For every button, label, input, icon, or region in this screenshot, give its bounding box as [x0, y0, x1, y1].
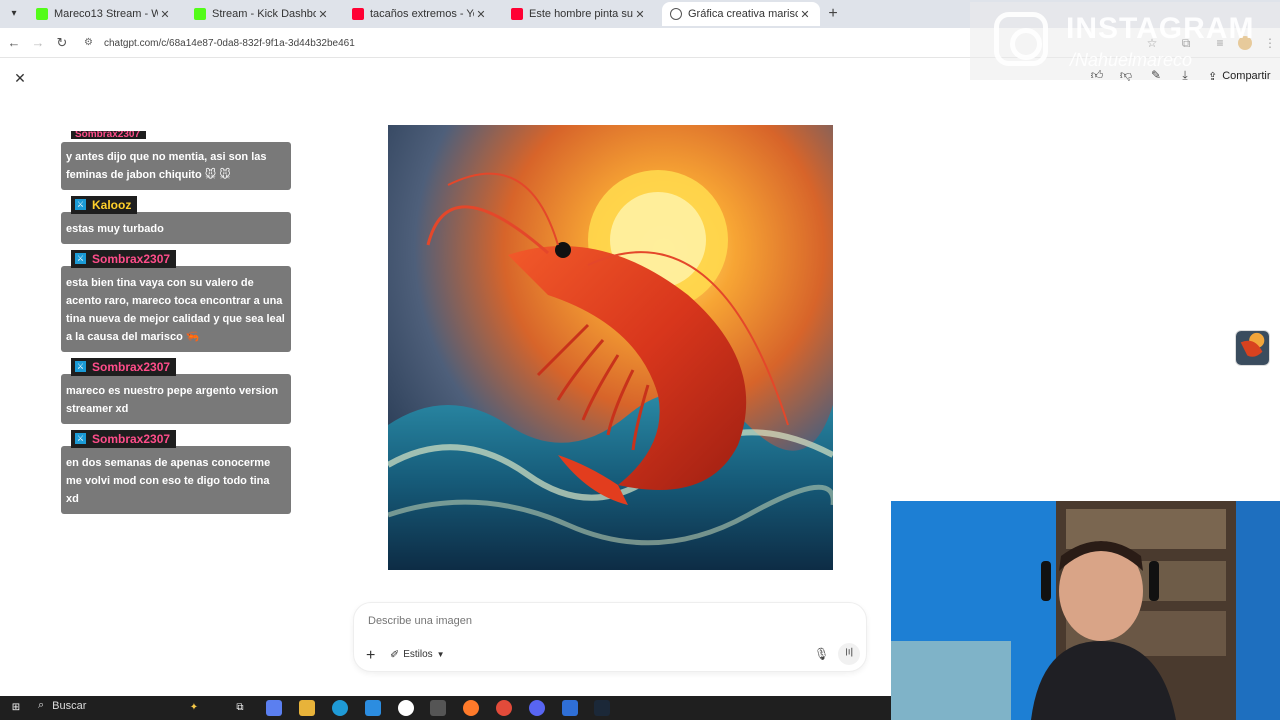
webcam-feed: [891, 501, 1280, 720]
chat-message: Sombrax2307 y antes dijo que no mentia, …: [61, 124, 291, 190]
styles-dropdown[interactable]: ✐ Estilos ▼: [390, 648, 445, 661]
image-thumbnail[interactable]: [1235, 330, 1270, 366]
file-explorer-icon[interactable]: [299, 700, 315, 716]
palette-icon: ✐: [390, 649, 400, 661]
chat-text: esta bien tina vaya con su valero de ace…: [61, 266, 291, 352]
kick-icon: [36, 8, 48, 20]
chat-text: mareco es nuestro pepe argento version s…: [61, 374, 291, 424]
chat-text: estas muy turbado: [61, 212, 291, 244]
tab-title: Mareco13 Stream - Watch Live: [54, 8, 158, 20]
kick-icon: [194, 8, 206, 20]
copilot-icon[interactable]: [266, 700, 282, 716]
close-tab-icon[interactable]: ✕: [798, 8, 812, 21]
task-view-icon[interactable]: ⧉: [232, 700, 248, 716]
prompt-input[interactable]: [368, 615, 788, 627]
close-tab-icon[interactable]: ✕: [316, 8, 330, 21]
youtube-icon: [511, 8, 523, 20]
instagram-icon: [994, 12, 1048, 66]
close-tab-icon[interactable]: ✕: [474, 8, 488, 21]
tab-title: Gráfica creativa marisco: [688, 8, 798, 20]
taskbar: ⊞ ⌕ Buscar ✦ ⧉: [0, 696, 891, 720]
tab-title: Stream - Kick Dashboard: [212, 8, 316, 20]
chat-message: ⚔ Sombrax2307 mareco es nuestro pepe arg…: [61, 356, 291, 424]
chat-username: Sombrax2307: [92, 431, 171, 446]
back-icon[interactable]: ←: [6, 35, 22, 51]
edge-icon[interactable]: [332, 700, 348, 716]
moderator-badge-icon: ⚔: [75, 433, 86, 444]
tab-kick-dashboard[interactable]: Stream - Kick Dashboard ✕: [186, 2, 338, 26]
chat-username-tag: ⚔ Sombrax2307: [71, 357, 177, 376]
thumbs-down-icon[interactable]: 👎︎: [1117, 68, 1135, 84]
microphone-icon[interactable]: 🎙︎: [814, 647, 829, 661]
app-icon[interactable]: [562, 700, 578, 716]
edit-image-icon[interactable]: ✎: [1147, 68, 1165, 84]
site-info-icon[interactable]: ⚙: [84, 37, 96, 49]
tab-title: tacaños extremos - YouTube: [370, 8, 474, 20]
url-text: chatgpt.com/c/68a14e87-0da8-832f-9f1a-3d…: [104, 37, 355, 49]
close-tab-icon[interactable]: ✕: [633, 8, 647, 21]
copilot-sparkle-icon[interactable]: ✦: [186, 700, 202, 716]
chat-message: ⚔ Kalooz estas muy turbado: [61, 194, 291, 244]
chat-message: ⚔ Sombrax2307 esta bien tina vaya con su…: [61, 248, 291, 352]
youtube-icon: [352, 8, 364, 20]
watermark-title: INSTAGRAM: [1066, 12, 1255, 45]
chat-username: Sombrax2307: [75, 130, 141, 139]
chat-username-tag: Sombrax2307: [71, 130, 147, 139]
chat-username: Sombrax2307: [92, 251, 171, 266]
tab-youtube-2[interactable]: Este hombre pinta sus zapatos ✕: [503, 2, 655, 26]
tab-kick-stream[interactable]: Mareco13 Stream - Watch Live ✕: [28, 2, 180, 26]
moderator-badge-icon: ⚔: [75, 361, 86, 372]
moderator-badge-icon: ⚔: [75, 253, 86, 264]
chevron-down-icon: ▼: [436, 650, 445, 659]
firefox-icon[interactable]: [463, 700, 479, 716]
share-icon: ⇪: [1208, 70, 1218, 83]
taskbar-search[interactable]: ⌕ Buscar: [38, 699, 86, 712]
reload-icon[interactable]: ↻: [54, 35, 70, 51]
voice-mode-icon[interactable]: 〣: [838, 643, 860, 665]
tab-title: Este hombre pinta sus zapatos: [529, 8, 633, 20]
search-icon: ⌕: [38, 699, 45, 711]
moderator-badge-icon: ⚔: [75, 199, 86, 210]
chat-text: y antes dijo que no mentia, asi son las …: [61, 142, 291, 190]
chat-username-tag: ⚔ Kalooz: [71, 195, 138, 214]
search-label: Buscar: [52, 699, 87, 712]
forward-icon[interactable]: →: [30, 35, 46, 51]
chat-username-tag: ⚔ Sombrax2307: [71, 429, 177, 448]
obs-icon[interactable]: [398, 700, 414, 716]
thumbs-up-icon[interactable]: 👍︎: [1088, 68, 1106, 84]
app-icon[interactable]: [430, 700, 446, 716]
chat-username-tag: ⚔ Sombrax2307: [71, 249, 177, 268]
url-field[interactable]: ⚙ chatgpt.com/c/68a14e87-0da8-832f-9f1a-…: [84, 32, 864, 54]
share-button[interactable]: ⇪ Compartir: [1208, 66, 1271, 86]
close-tab-icon[interactable]: ✕: [158, 8, 172, 21]
discord-icon[interactable]: [529, 700, 545, 716]
windows-start-icon[interactable]: ⊞: [8, 700, 24, 716]
share-label: Compartir: [1222, 70, 1271, 82]
chat-username: Kalooz: [92, 197, 132, 212]
styles-label: Estilos: [403, 649, 433, 660]
generated-shrimp-image[interactable]: [388, 125, 833, 570]
download-icon[interactable]: ⤓: [1176, 68, 1194, 84]
chat-text: en dos semanas de apenas conocerme me vo…: [61, 446, 291, 514]
add-attachment-icon[interactable]: +: [366, 647, 375, 665]
tab-search-chevron-icon[interactable]: ▾: [6, 6, 22, 22]
close-viewer-button[interactable]: ✕: [11, 69, 29, 87]
chatgpt-icon: [670, 8, 682, 20]
prompt-box: + ✐ Estilos ▼ 🎙︎ 〣: [353, 602, 867, 672]
steam-icon[interactable]: [594, 700, 610, 716]
new-tab-button[interactable]: +: [824, 5, 842, 23]
store-icon[interactable]: [365, 700, 381, 716]
stream-chat-overlay: Sombrax2307 y antes dijo que no mentia, …: [61, 130, 291, 518]
tab-youtube-1[interactable]: tacaños extremos - YouTube ✕: [344, 2, 496, 26]
chat-username: Sombrax2307: [92, 359, 171, 374]
chrome-icon[interactable]: [496, 700, 512, 716]
chat-message: ⚔ Sombrax2307 en dos semanas de apenas c…: [61, 428, 291, 514]
tab-chatgpt[interactable]: Gráfica creativa marisco ✕: [662, 2, 820, 26]
screen: ▾ Mareco13 Stream - Watch Live ✕ Stream …: [0, 0, 1280, 720]
